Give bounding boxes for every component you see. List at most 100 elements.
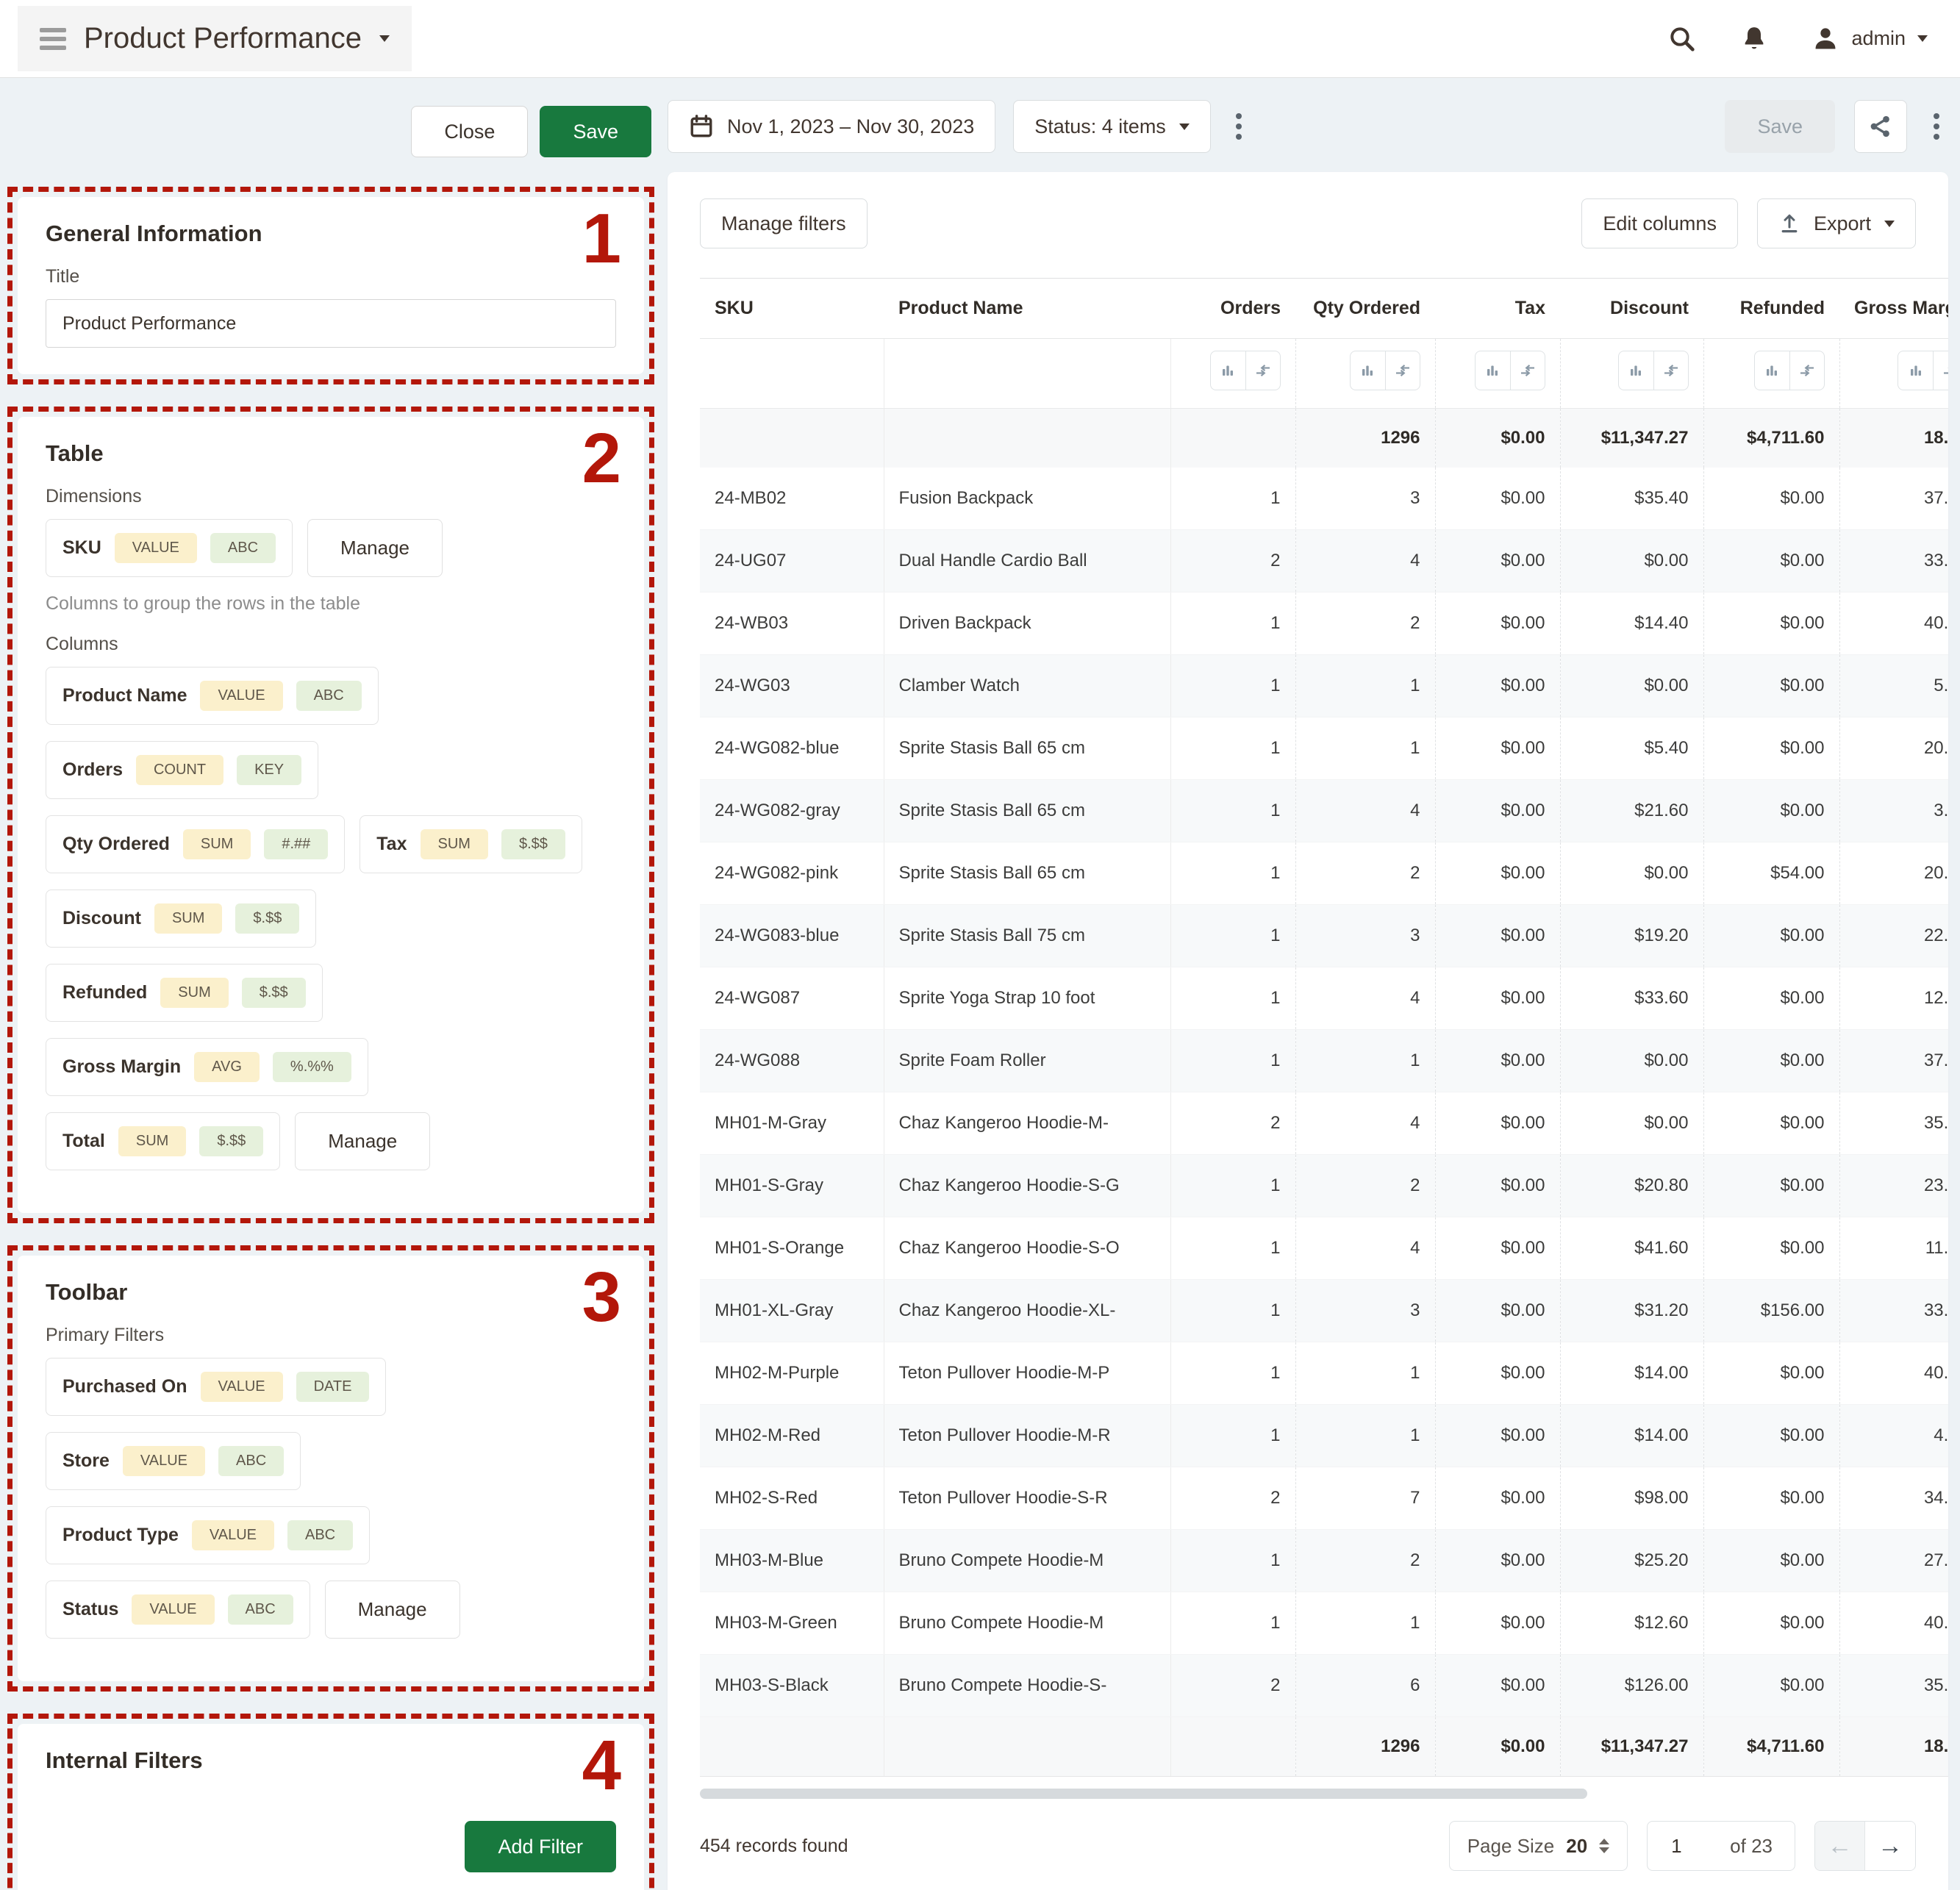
cell-discount: $14.40: [1560, 593, 1703, 655]
cell-discount: $0.00: [1560, 1092, 1703, 1155]
scrollbar-thumb[interactable]: [700, 1789, 1587, 1799]
chart-filter-button[interactable]: [1618, 351, 1653, 390]
field-chip-store[interactable]: StoreVALUEABC: [46, 1432, 301, 1490]
cell-product-name: Sprite Yoga Strap 10 foot: [884, 967, 1170, 1030]
menu-icon[interactable]: [40, 28, 66, 50]
tag-avg: AVG: [194, 1052, 260, 1082]
field-chip-refunded[interactable]: RefundedSUM$.$$: [46, 964, 323, 1022]
chip-row: Product NameVALUEABC: [46, 667, 616, 725]
cell-qty-ordered: 3: [1295, 1280, 1435, 1342]
field-chip-status[interactable]: StatusVALUEABC: [46, 1581, 310, 1639]
edit-columns-button[interactable]: Edit columns: [1581, 198, 1738, 248]
field-chip-gross-margin[interactable]: Gross MarginAVG%.%%: [46, 1038, 368, 1096]
cell-tax: $0.00: [1435, 1030, 1560, 1092]
page-size-select[interactable]: Page Size 20: [1449, 1821, 1628, 1871]
manage-button[interactable]: Manage: [295, 1112, 430, 1170]
chart-filter-button[interactable]: [1898, 351, 1933, 390]
horizontal-scrollbar[interactable]: [700, 1789, 1916, 1799]
field-chip-total[interactable]: TotalSUM$.$$: [46, 1112, 280, 1170]
status-filter-button[interactable]: Status: 4 items: [1013, 100, 1211, 153]
report-panel: Nov 1, 2023 – Nov 30, 2023 Status: 4 ite…: [668, 78, 1948, 1890]
title-input[interactable]: [46, 299, 616, 348]
save-report-button[interactable]: Save: [1725, 100, 1835, 153]
field-chip-product-name[interactable]: Product NameVALUEABC: [46, 667, 379, 725]
chart-filter-button[interactable]: [1210, 351, 1245, 390]
chart-filter-button[interactable]: [1350, 351, 1385, 390]
column-header-gross-margin[interactable]: Gross Margin: [1839, 279, 1948, 339]
report-more-button[interactable]: [1926, 106, 1947, 147]
cell-gross-margin: 40.00: [1839, 1342, 1948, 1405]
filter-buttons-tax: [1451, 351, 1545, 390]
table-row: MH01-M-GrayChaz Kangeroo Hoodie-M-24$0.0…: [700, 1092, 1948, 1155]
tag-sum: SUM: [421, 829, 488, 859]
field-chip-discount[interactable]: DiscountSUM$.$$: [46, 889, 316, 948]
cell-sku: MH03-S-Black: [700, 1655, 884, 1717]
chart-filter-button[interactable]: [1754, 351, 1789, 390]
add-filter-button[interactable]: Add Filter: [465, 1821, 616, 1872]
cell-gross-margin: 3.00: [1839, 780, 1948, 842]
manage-button[interactable]: Manage: [307, 519, 443, 577]
compare-filter-button[interactable]: [1245, 351, 1281, 390]
compare-filter-button[interactable]: [1385, 351, 1420, 390]
table-row: 24-WG03Clamber Watch11$0.00$0.00$0.005.0…: [700, 655, 1948, 717]
share-button[interactable]: [1854, 100, 1907, 153]
notifications-button[interactable]: [1739, 24, 1769, 54]
column-header-product-name[interactable]: Product Name: [884, 279, 1170, 339]
user-menu[interactable]: admin: [1811, 25, 1928, 53]
chip-row: OrdersCOUNTKEY: [46, 741, 616, 799]
cell-tax: $0.00: [1435, 905, 1560, 967]
date-range-button[interactable]: Nov 1, 2023 – Nov 30, 2023: [668, 100, 995, 153]
chart-filter-button[interactable]: [1475, 351, 1510, 390]
column-header-tax[interactable]: Tax: [1435, 279, 1560, 339]
table-row: MH03-M-GreenBruno Compete Hoodie-M11$0.0…: [700, 1592, 1948, 1655]
column-header-discount[interactable]: Discount: [1560, 279, 1703, 339]
compare-filter-button[interactable]: [1653, 351, 1689, 390]
report-title-menu[interactable]: Product Performance: [18, 6, 412, 71]
next-page-button[interactable]: →: [1865, 1822, 1915, 1870]
field-chip-sku[interactable]: SKUVALUEABC: [46, 519, 293, 577]
section-table: 2 Table Dimensions SKUVALUEABCManage Col…: [7, 407, 654, 1223]
column-header-orders[interactable]: Orders: [1170, 279, 1295, 339]
total-sku: [700, 409, 884, 468]
table-row: MH03-S-BlackBruno Compete Hoodie-S-26$0.…: [700, 1655, 1948, 1717]
total-refunded: $4,711.60: [1703, 409, 1839, 468]
total-product-name: [884, 1717, 1170, 1777]
chip-row: DiscountSUM$.$$: [46, 889, 616, 948]
cell-qty-ordered: 4: [1295, 967, 1435, 1030]
current-page-input[interactable]: [1670, 1834, 1695, 1858]
cell-sku: 24-WB03: [700, 593, 884, 655]
field-chip-tax[interactable]: TaxSUM$.$$: [360, 815, 582, 873]
compare-filter-button[interactable]: [1789, 351, 1825, 390]
compare-filter-button[interactable]: [1510, 351, 1545, 390]
manage-filters-button[interactable]: Manage filters: [700, 198, 868, 248]
cell-discount: $14.00: [1560, 1405, 1703, 1467]
compare-filter-button[interactable]: [1933, 351, 1948, 390]
close-button[interactable]: Close: [411, 106, 528, 157]
field-chip-orders[interactable]: OrdersCOUNTKEY: [46, 741, 318, 799]
compare-arrows-icon: [1255, 363, 1271, 378]
cell-tax: $0.00: [1435, 530, 1560, 593]
cell-refunded: $54.00: [1703, 842, 1839, 905]
search-button[interactable]: [1667, 24, 1697, 54]
filters-more-button[interactable]: [1228, 106, 1249, 147]
manage-button[interactable]: Manage: [325, 1581, 460, 1639]
field-chip-product-type[interactable]: Product TypeVALUEABC: [46, 1506, 370, 1564]
tag-value: VALUE: [115, 533, 197, 563]
chevron-down-icon: [379, 35, 390, 42]
cell-product-name: Dual Handle Cardio Ball: [884, 530, 1170, 593]
settings-actions: Close Save: [7, 106, 651, 157]
export-button[interactable]: Export: [1757, 198, 1916, 248]
column-header-refunded[interactable]: Refunded: [1703, 279, 1839, 339]
cell-tax: $0.00: [1435, 1092, 1560, 1155]
previous-page-button[interactable]: ←: [1815, 1822, 1865, 1870]
cell-gross-margin: 35.00: [1839, 1092, 1948, 1155]
column-header-qty-ordered[interactable]: Qty Ordered: [1295, 279, 1435, 339]
cell-product-name: Fusion Backpack: [884, 468, 1170, 530]
field-chip-purchased-on[interactable]: Purchased OnVALUEDATE: [46, 1358, 386, 1416]
cell-orders: 1: [1170, 1217, 1295, 1280]
field-chip-qty-ordered[interactable]: Qty OrderedSUM#.##: [46, 815, 345, 873]
save-settings-button[interactable]: Save: [540, 106, 651, 157]
cell-tax: $0.00: [1435, 842, 1560, 905]
export-label: Export: [1814, 212, 1871, 235]
column-header-sku[interactable]: SKU: [700, 279, 884, 339]
